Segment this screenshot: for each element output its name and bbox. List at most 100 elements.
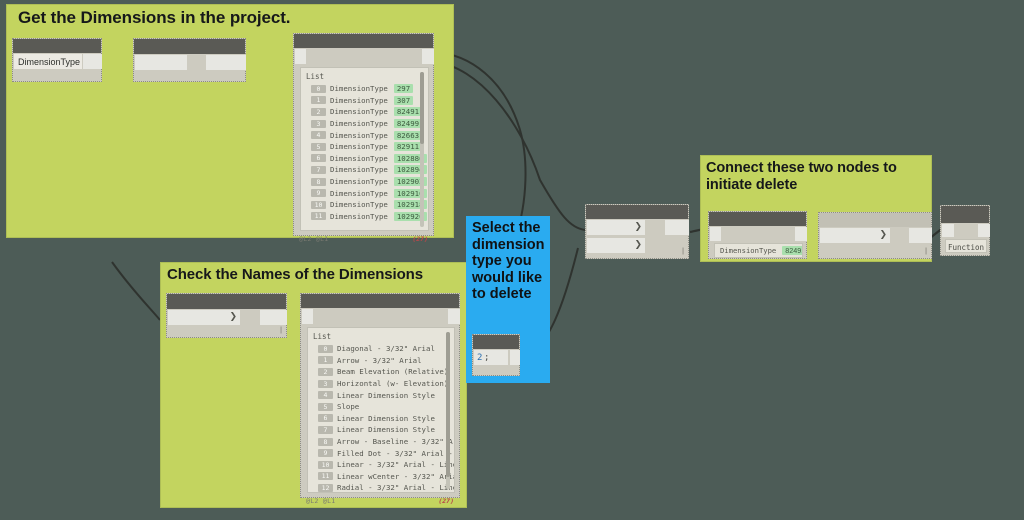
node-output-port[interactable]	[422, 49, 434, 64]
element-preview-panel[interactable]: DimensionType 82491	[714, 243, 803, 258]
watch-row-label: DimensionType	[330, 165, 388, 175]
watch-row-text: Diagonal - 3/32" Arial	[337, 344, 435, 354]
watch-preview-panel[interactable]: List 0 DimensionType 297 1 DimensionType 307 2…	[300, 67, 429, 231]
node-input-port-2[interactable]: ❯	[587, 238, 645, 253]
watch-row: 4 DimensionType 82663	[311, 129, 428, 141]
watch-row-index: 4	[311, 131, 326, 140]
node-input-port[interactable]	[295, 49, 306, 64]
dropdown-selected-label: DimensionType	[18, 56, 81, 67]
watch-row: 7 DimensionType 102894	[311, 164, 428, 176]
callout-select-dimension-type-title: Select the dimension type you would like…	[472, 220, 545, 303]
watch-row-text: Linear wCenter - 3/32" Arial	[337, 471, 455, 481]
dropdown-dimension-type[interactable]: DimensionType ▾	[14, 54, 88, 69]
node-header	[586, 205, 688, 219]
watch-row-index: 9	[311, 189, 326, 198]
watch-row: 4 Linear Dimension Style	[318, 389, 454, 401]
node-watch-dimension-ids[interactable]: List 0 DimensionType 297 1 DimensionType 307 2…	[293, 33, 434, 243]
watch-scrollbar-thumb[interactable]	[420, 72, 424, 144]
watch-level-indicator: @L2 @L1	[306, 497, 336, 505]
watch-row-label: DimensionType	[330, 84, 388, 94]
watch-row-text: Radial - 3/32" Arial - Line L	[337, 483, 455, 493]
watch-row-text: Linear - 3/32" Arial - Line L	[337, 460, 455, 470]
node-output-port[interactable]	[206, 55, 246, 70]
watch-row-label: DimensionType	[330, 188, 388, 198]
watch-row-label: DimensionType	[330, 119, 388, 129]
node-input-port[interactable]	[135, 55, 187, 70]
node-output-port[interactable]	[260, 310, 287, 325]
watch-row-index: 10	[318, 460, 333, 469]
watch-row-text: Slope	[337, 402, 360, 412]
node-output-port[interactable]	[448, 309, 460, 324]
node-header	[941, 206, 989, 223]
node-input-port[interactable]	[302, 309, 313, 324]
node-delete-element[interactable]: ❯ |	[818, 212, 932, 259]
watch-rows-ids: 0 DimensionType 297 1 DimensionType 307 2 Dimen…	[301, 83, 428, 222]
node-output-port[interactable]	[83, 54, 102, 69]
watch-row-value: 82499	[393, 119, 423, 129]
node-function[interactable]: Function	[940, 205, 990, 256]
node-input-port-1[interactable]: ❯	[587, 220, 645, 235]
function-node-label: Function	[947, 243, 985, 252]
node-element-name[interactable]: ❯ |	[166, 293, 287, 338]
watch-row-index: 0	[318, 344, 333, 353]
watch-row-index: 7	[318, 425, 333, 434]
watch-row-index: 8	[311, 177, 326, 186]
node-all-elements-of-type[interactable]	[133, 38, 246, 82]
node-input-port[interactable]	[942, 224, 954, 237]
node-code-block[interactable]: 2 ;	[472, 334, 520, 376]
watch-list-label: List	[306, 72, 325, 81]
watch-row: 7 Linear Dimension Style	[318, 424, 454, 436]
node-output-port[interactable]	[795, 227, 807, 241]
watch-row-label: DimensionType	[330, 142, 388, 152]
watch-row-text: Filled Dot - 3/32" Arial - Lin	[337, 448, 454, 458]
node-header	[167, 294, 286, 309]
watch-row: 1 DimensionType 307	[311, 95, 428, 107]
node-header	[709, 212, 806, 226]
function-preview-panel: Function	[945, 239, 987, 253]
node-dimension-type-dropdown[interactable]: DimensionType ▾	[12, 38, 102, 82]
watch-row-value: 297	[393, 84, 414, 94]
watch-row: 0 DimensionType 297	[311, 83, 428, 95]
node-header	[819, 213, 931, 227]
watch-row-text: Arrow - Baseline - 3/32" Arial	[337, 437, 454, 447]
node-header	[294, 34, 433, 48]
watch-row: 10 Linear - 3/32" Arial - Line L	[318, 459, 454, 471]
watch-row-index: 11	[311, 212, 326, 221]
node-input-port[interactable]: ❯	[168, 310, 240, 325]
node-header	[301, 294, 459, 308]
node-output-port[interactable]	[665, 220, 689, 235]
watch-row-label: DimensionType	[330, 107, 388, 117]
watch-row: 11 Linear wCenter - 3/32" Arial	[318, 471, 454, 483]
watch-row-index: 5	[318, 402, 333, 411]
node-output-connector[interactable]	[510, 350, 520, 365]
watch-footer-names: @L2 @L1 (27)	[301, 495, 459, 507]
watch-row-text: Arrow - 3/32" Arial	[337, 355, 422, 365]
watch-row-index: 11	[318, 472, 333, 481]
node-watch-dimension-names[interactable]: List 0 Diagonal - 3/32" Arial 1 Arrow - 3/3…	[300, 293, 460, 505]
node-output-port[interactable]	[909, 228, 932, 243]
dynamo-canvas[interactable]: Get the Dimensions in the project. Dimen…	[0, 0, 1024, 520]
watch-row-label: DimensionType	[330, 95, 388, 105]
watch-row: 11 DimensionType 102926	[311, 211, 428, 223]
watch-row-text: Linear Dimension Style	[337, 425, 435, 435]
watch-row: 3 DimensionType 82499	[311, 118, 428, 130]
watch-row-text: Linear Dimension Style	[337, 390, 435, 400]
node-input-port[interactable]	[710, 227, 721, 241]
watch-row-index: 10	[311, 200, 326, 209]
node-header	[13, 39, 101, 53]
node-element-preview[interactable]: DimensionType 82491	[708, 211, 807, 259]
watch-preview-panel[interactable]: List 0 Diagonal - 3/32" Arial 1 Arrow - 3/3…	[307, 327, 455, 493]
watch-scrollbar-thumb[interactable]	[446, 332, 450, 477]
watch-row-label: DimensionType	[330, 200, 388, 210]
node-input-port[interactable]: ❯	[820, 228, 890, 243]
watch-row-label: DimensionType	[330, 177, 388, 187]
node-element-by-id[interactable]: ❯ ❯ |	[585, 204, 689, 259]
node-output-marker: |	[682, 248, 684, 255]
watch-row: 2 DimensionType 82491	[311, 106, 428, 118]
watch-row-value: 82911	[393, 142, 423, 152]
code-block-value[interactable]: 2	[477, 353, 482, 363]
watch-row-index: 2	[318, 367, 333, 376]
node-output-port[interactable]	[978, 224, 990, 237]
watch-row-index: 3	[318, 379, 333, 388]
wire-lower-left-up	[111, 261, 161, 321]
